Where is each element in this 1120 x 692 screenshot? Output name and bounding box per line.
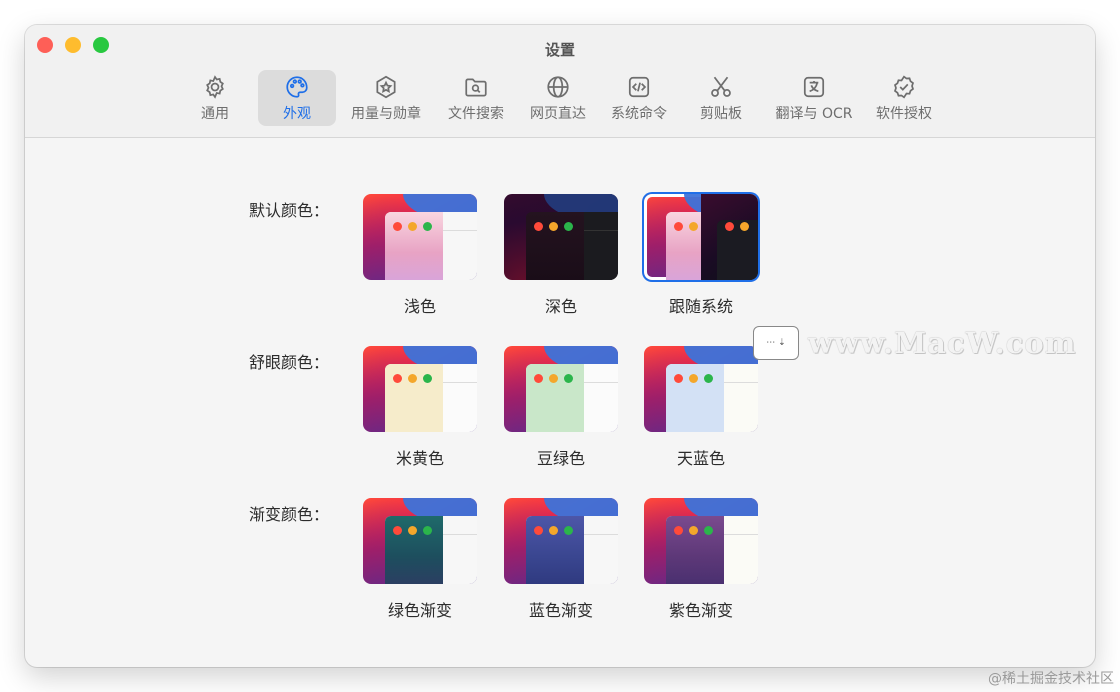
theme-option-beige[interactable] bbox=[363, 346, 477, 432]
theme-option-label: 深色 bbox=[544, 297, 577, 316]
scissors-icon bbox=[711, 76, 731, 97]
theme-option-label: 绿色渐变 bbox=[387, 601, 452, 620]
globe-icon bbox=[547, 76, 569, 98]
theme-option-green-gradient[interactable] bbox=[363, 498, 477, 584]
code-icon bbox=[628, 76, 650, 98]
tab-license[interactable]: 软件授权 bbox=[865, 70, 943, 126]
tab-label: 系统命令 bbox=[611, 106, 667, 122]
tab-label: 剪贴板 bbox=[700, 106, 742, 122]
theme-option-label: 跟随系统 bbox=[668, 297, 733, 316]
theme-option-label: 蓝色渐变 bbox=[528, 601, 593, 620]
tab-label: 翻译与 OCR bbox=[775, 106, 853, 122]
palette-icon bbox=[286, 76, 308, 98]
credit-text: @稀土掘金技术社区 bbox=[988, 671, 1114, 687]
verified-badge-icon bbox=[893, 75, 915, 99]
tab-label: 用量与勋章 bbox=[351, 106, 421, 122]
theme-option-label: 米黄色 bbox=[395, 449, 444, 468]
theme-option-label: 浅色 bbox=[403, 297, 436, 316]
tab-label: 软件授权 bbox=[876, 106, 932, 122]
translate-icon bbox=[803, 76, 825, 98]
theme-option-dark[interactable] bbox=[504, 194, 618, 280]
tab-appearance[interactable]: 外观 bbox=[258, 70, 336, 126]
theme-option-light[interactable] bbox=[363, 194, 477, 280]
tab-label: 网页直达 bbox=[530, 106, 586, 122]
theme-option-purple-gradient[interactable] bbox=[644, 498, 758, 584]
row-label-eye-care: 舒眼颜色： bbox=[249, 353, 330, 372]
folder-search-icon bbox=[465, 78, 487, 97]
tab-usage-badges[interactable]: 用量与勋章 bbox=[347, 70, 425, 126]
toolbar: 设置 通用 外观 用量与勋章 文件搜索 网页直达 系统命令 剪贴板 翻译与 OC… bbox=[25, 25, 1095, 138]
star-badge-icon bbox=[376, 75, 396, 99]
watermark-logo-icon: ⋯ ⇣ bbox=[753, 326, 799, 360]
tab-label: 通用 bbox=[201, 106, 229, 122]
tab-label: 外观 bbox=[283, 106, 311, 122]
watermark: www.MacW.com bbox=[808, 326, 1077, 360]
tab-label: 文件搜索 bbox=[448, 106, 504, 122]
gear-icon bbox=[206, 75, 224, 99]
theme-option-bean-green[interactable] bbox=[504, 346, 618, 432]
theme-option-follow-system[interactable] bbox=[644, 194, 758, 280]
tab-general[interactable]: 通用 bbox=[176, 70, 254, 126]
tab-system-commands[interactable]: 系统命令 bbox=[600, 70, 678, 126]
window-title: 设置 bbox=[544, 41, 575, 59]
theme-option-label: 天蓝色 bbox=[676, 449, 725, 468]
theme-option-blue-gradient[interactable] bbox=[504, 498, 618, 584]
tab-translate-ocr[interactable]: 翻译与 OCR bbox=[770, 70, 858, 126]
tab-clipboard[interactable]: 剪贴板 bbox=[682, 70, 760, 126]
row-label-default: 默认颜色： bbox=[249, 201, 330, 220]
row-label-gradient: 渐变颜色： bbox=[249, 505, 330, 524]
tab-web-direct[interactable]: 网页直达 bbox=[519, 70, 597, 126]
theme-option-label: 紫色渐变 bbox=[668, 601, 733, 620]
theme-option-sky-blue[interactable] bbox=[644, 346, 758, 432]
tab-file-search[interactable]: 文件搜索 bbox=[437, 70, 515, 126]
theme-option-label: 豆绿色 bbox=[536, 449, 585, 468]
